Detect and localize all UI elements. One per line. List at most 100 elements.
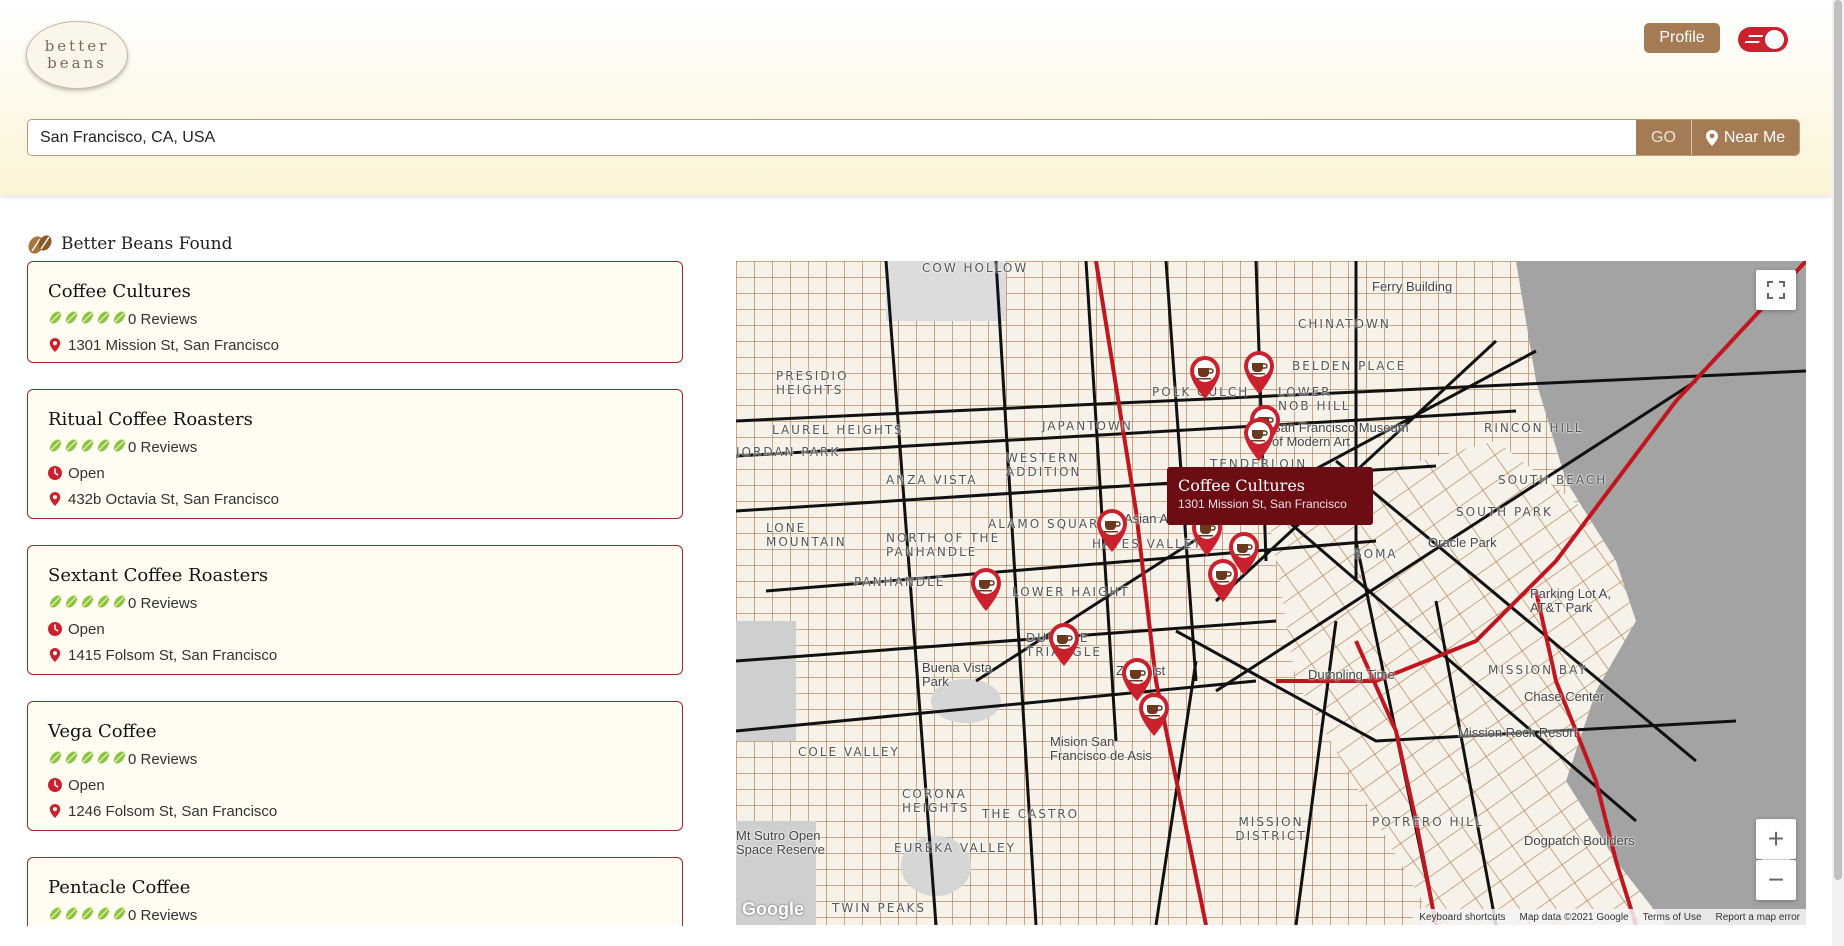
rating-leaf-icon bbox=[48, 906, 63, 925]
address-row: 1415 Folsom St, San Francisco bbox=[48, 642, 662, 668]
toggle-icon bbox=[1744, 35, 1764, 43]
rating-row: 0 Reviews bbox=[48, 902, 662, 926]
status-row: Open bbox=[48, 616, 662, 642]
logo-text: better beans bbox=[44, 37, 110, 72]
coffee-marker-icon[interactable] bbox=[1095, 507, 1129, 553]
rating-leaf-icon bbox=[96, 906, 111, 925]
map-label: JAPANTOWN bbox=[1042, 419, 1133, 433]
clock-icon bbox=[48, 622, 62, 636]
rating-leaf-icon bbox=[48, 310, 63, 329]
google-logo[interactable]: Google bbox=[742, 899, 804, 920]
review-count: 0 Reviews bbox=[128, 906, 198, 924]
terms-link[interactable]: Terms of Use bbox=[1643, 912, 1702, 923]
rating-leaf-icon bbox=[96, 750, 111, 769]
map-poi: Chase Center bbox=[1524, 689, 1605, 704]
rating-leaf-icon bbox=[80, 750, 95, 769]
cafe-address: 432b Octavia St, San Francisco bbox=[68, 490, 279, 508]
map-label: PANHANDLE bbox=[854, 575, 946, 589]
clock-icon bbox=[48, 466, 62, 480]
rating-row: 0 Reviews bbox=[48, 306, 662, 332]
coffee-marker-icon[interactable] bbox=[969, 566, 1003, 612]
coffee-marker-icon[interactable] bbox=[1188, 354, 1222, 400]
near-me-label: Near Me bbox=[1723, 128, 1786, 146]
cafe-name: Sextant Coffee Roasters bbox=[48, 565, 269, 586]
rating-leaf-icon bbox=[48, 750, 63, 769]
rating-leaves bbox=[48, 594, 127, 613]
map-poi: Oracle Park bbox=[1428, 535, 1497, 550]
scrollbar-thumb[interactable] bbox=[1834, 0, 1842, 880]
report-error-link[interactable]: Report a map error bbox=[1716, 912, 1800, 923]
result-card[interactable]: Sextant Coffee Roasters 0 Reviews Open 1… bbox=[27, 545, 683, 675]
logo[interactable]: better beans bbox=[26, 21, 128, 89]
near-me-button[interactable]: Near Me bbox=[1692, 120, 1799, 155]
result-card[interactable]: Ritual Coffee Roasters 0 Reviews Open 43… bbox=[27, 389, 683, 519]
map-poi: Dumpling Time bbox=[1308, 667, 1395, 682]
map-label: MISSION BAY bbox=[1488, 663, 1588, 677]
location-search-input[interactable] bbox=[28, 120, 1636, 155]
map-poi: Dogpatch Boulders bbox=[1524, 833, 1635, 848]
result-card[interactable]: Coffee Cultures 0 Reviews 1301 Mission S… bbox=[27, 261, 683, 363]
keyboard-shortcuts-link[interactable]: Keyboard shortcuts bbox=[1419, 912, 1505, 923]
zoom-out-button[interactable]: − bbox=[1756, 860, 1796, 900]
map-label: COLE VALLEY bbox=[798, 745, 900, 759]
status-row: Open bbox=[48, 460, 662, 486]
rating-leaf-icon bbox=[96, 438, 111, 457]
clock-icon bbox=[48, 778, 62, 792]
result-card[interactable]: Vega Coffee 0 Reviews Open 1246 Folsom S… bbox=[27, 701, 683, 831]
map[interactable]: COW HOLLOW PRESIDIO HEIGHTS LAUREL HEIGH… bbox=[736, 261, 1806, 925]
open-status: Open bbox=[68, 776, 105, 794]
rating-leaves bbox=[48, 750, 127, 769]
coffee-bean-icon bbox=[28, 235, 52, 254]
map-label: SOMA bbox=[1354, 547, 1398, 561]
map-label: THE CASTRO bbox=[982, 807, 1080, 821]
cafe-name: Coffee Cultures bbox=[48, 281, 191, 302]
coffee-marker-icon[interactable] bbox=[1137, 691, 1171, 737]
cafe-name: Ritual Coffee Roasters bbox=[48, 409, 253, 430]
fullscreen-button[interactable] bbox=[1756, 270, 1796, 310]
map-label: COW HOLLOW bbox=[922, 261, 1029, 275]
map-label: CHINATOWN bbox=[1298, 317, 1391, 331]
coffee-marker-icon[interactable] bbox=[1047, 621, 1081, 667]
info-window-address: 1301 Mission St, San Francisco bbox=[1178, 497, 1347, 511]
coffee-marker-icon[interactable] bbox=[1206, 557, 1240, 603]
cafe-address: 1415 Folsom St, San Francisco bbox=[68, 646, 278, 664]
rating-leaves bbox=[48, 310, 127, 329]
map-label: JORDAN PARK bbox=[736, 445, 841, 459]
map-label: RINCON HILL bbox=[1484, 421, 1584, 435]
info-window-title: Coffee Cultures bbox=[1178, 476, 1305, 495]
results-list[interactable]: Coffee Cultures 0 Reviews 1301 Mission S… bbox=[27, 261, 683, 926]
rating-leaf-icon bbox=[96, 594, 111, 613]
rating-leaf-icon bbox=[112, 906, 127, 925]
map-poi: Mision San Francisco de Asis bbox=[1050, 734, 1152, 763]
zoom-in-button[interactable]: + bbox=[1756, 819, 1796, 859]
toggle-knob bbox=[1765, 30, 1784, 49]
map-label: NORTH OF THE PANHANDLE bbox=[886, 531, 1001, 559]
map-label: WESTERN ADDITION bbox=[1006, 451, 1082, 479]
map-label: LAUREL HEIGHTS bbox=[772, 423, 904, 437]
rating-leaf-icon bbox=[80, 438, 95, 457]
rating-leaf-icon bbox=[80, 906, 95, 925]
review-count: 0 Reviews bbox=[128, 438, 198, 456]
search-bar: GO Near Me bbox=[27, 119, 1800, 156]
cafe-address: 1246 Folsom St, San Francisco bbox=[68, 802, 278, 820]
location-pin-icon bbox=[49, 338, 61, 352]
map-attribution: Keyboard shortcuts Map data ©2021 Google… bbox=[1413, 909, 1806, 925]
map-label: MISSION DISTRICT bbox=[1235, 815, 1307, 843]
map-info-window[interactable]: Coffee Cultures 1301 Mission St, San Fra… bbox=[1167, 467, 1373, 525]
map-label: EUREKA VALLEY bbox=[894, 841, 1016, 855]
result-card[interactable]: Pentacle Coffee 0 Reviews bbox=[27, 857, 683, 926]
location-pin-icon bbox=[49, 648, 61, 662]
rating-leaf-icon bbox=[64, 906, 79, 925]
go-button[interactable]: GO bbox=[1636, 120, 1692, 155]
theme-toggle[interactable] bbox=[1738, 27, 1788, 52]
map-label: TWIN PEAKS bbox=[832, 901, 927, 915]
map-label: SOUTH PARK bbox=[1456, 505, 1553, 519]
address-row: 1246 Folsom St, San Francisco bbox=[48, 798, 662, 824]
coffee-marker-icon[interactable] bbox=[1242, 416, 1276, 462]
cafe-address: 1301 Mission St, San Francisco bbox=[68, 336, 279, 354]
address-row: 432b Octavia St, San Francisco bbox=[48, 486, 662, 512]
page-scrollbar[interactable] bbox=[1832, 0, 1844, 946]
rating-leaf-icon bbox=[64, 310, 79, 329]
profile-button[interactable]: Profile bbox=[1644, 23, 1720, 53]
coffee-marker-icon[interactable] bbox=[1242, 349, 1276, 395]
